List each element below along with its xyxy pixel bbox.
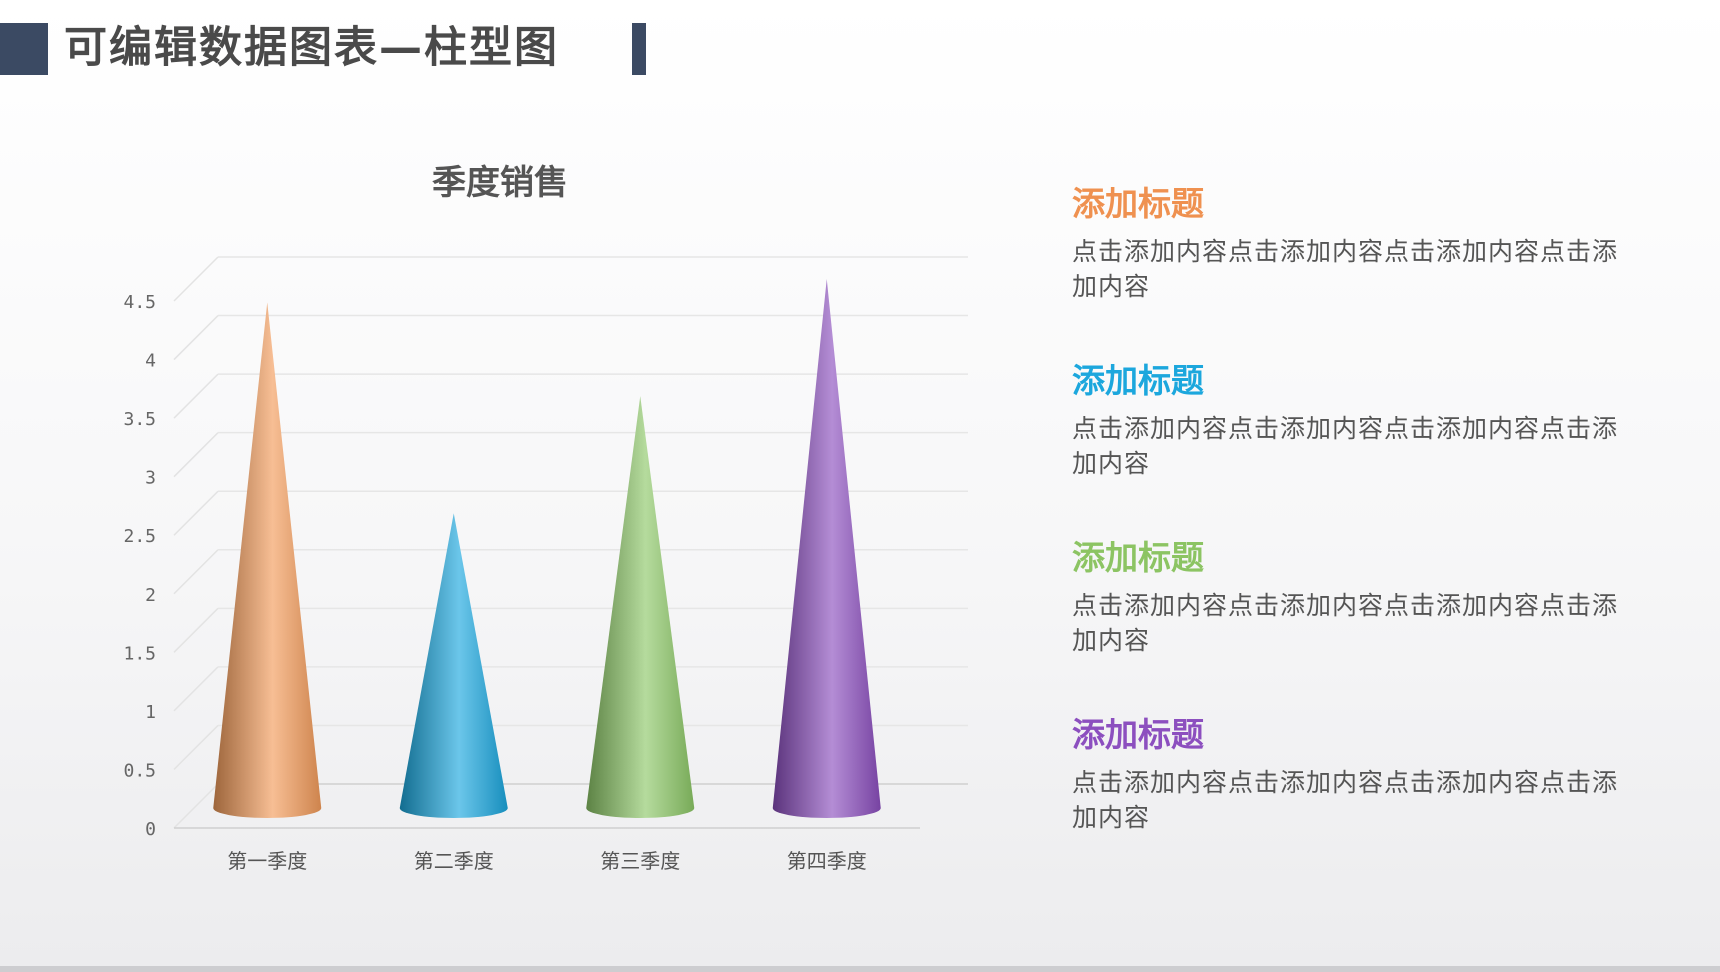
x-tick-label: 第四季度 xyxy=(787,849,867,873)
side-note-heading: 添加标题 xyxy=(1072,715,1204,754)
side-note-body: 点击添加内容点击添加内容点击添加内容点击添加内容 xyxy=(1072,237,1619,301)
y-tick-label: 2.5 xyxy=(123,526,156,547)
side-note-body: 点击添加内容点击添加内容点击添加内容点击添加内容 xyxy=(1072,414,1619,478)
y-tick-label: 3 xyxy=(145,468,156,489)
header-accent-block-left xyxy=(0,23,48,75)
bottom-bar xyxy=(0,966,1720,972)
grid-diagonal xyxy=(173,256,219,302)
grid-diagonal xyxy=(173,666,219,712)
y-tick-label: 3.5 xyxy=(123,409,156,430)
grid-diagonal xyxy=(173,490,219,536)
chart-title: 季度销售 xyxy=(432,163,568,203)
grid-diagonal xyxy=(173,373,219,419)
side-note-body: 点击添加内容点击添加内容点击添加内容点击添加内容 xyxy=(1072,591,1619,655)
cone-body xyxy=(213,302,322,818)
x-tick-label: 第三季度 xyxy=(600,849,680,873)
side-note-heading: 添加标题 xyxy=(1072,361,1204,400)
side-note-3: 添加标题 点击添加内容点击添加内容点击添加内容点击添加内容 xyxy=(1072,536,1632,683)
side-note-body: 点击添加内容点击添加内容点击添加内容点击添加内容 xyxy=(1072,768,1619,832)
grid-diagonal xyxy=(173,607,219,653)
cone-bar xyxy=(213,302,322,818)
x-tick-label: 第二季度 xyxy=(414,849,494,873)
slide-header: 可编辑数据图表—柱型图 xyxy=(0,0,700,110)
y-tick-label: 4 xyxy=(145,351,156,372)
y-tick-label: 1.5 xyxy=(123,643,156,664)
grid-diagonal xyxy=(173,432,219,478)
cone-bar xyxy=(772,279,881,818)
header-accent-block-right xyxy=(632,23,646,75)
cone-body xyxy=(772,279,881,818)
side-note-1: 添加标题 点击添加内容点击添加内容点击添加内容点击添加内容 xyxy=(1072,182,1632,329)
y-tick-label: 4.5 xyxy=(123,292,156,313)
cone-bar-chart: 季度销售 0 0.5 1 1.5 2 2.5 3 3.5 4 4.5 第一季度 第二季度 第三季度 第四季度 xyxy=(100,160,1000,890)
y-tick-label: 1 xyxy=(145,702,156,723)
side-note-2: 添加标题 点击添加内容点击添加内容点击添加内容点击添加内容 xyxy=(1072,359,1632,506)
y-tick-label: 2 xyxy=(145,585,156,606)
cone-body xyxy=(399,513,508,818)
grid-diagonal xyxy=(173,783,219,829)
slide-title: 可编辑数据图表—柱型图 xyxy=(64,23,559,73)
grid-diagonal xyxy=(173,549,219,595)
grid-diagonal xyxy=(173,315,219,361)
cone-body xyxy=(586,396,695,818)
y-tick-label: 0 xyxy=(145,819,156,840)
grid-diagonal xyxy=(173,724,219,770)
cone-bar xyxy=(399,513,508,818)
y-tick-label: 0.5 xyxy=(123,760,156,781)
chart-svg: 季度销售 0 0.5 1 1.5 2 2.5 3 3.5 4 4.5 第一季度 第二季度 第三季度 第四季度 xyxy=(123,163,968,873)
side-notes: 添加标题 点击添加内容点击添加内容点击添加内容点击添加内容 添加标题 点击添加内… xyxy=(1072,182,1632,890)
side-note-heading: 添加标题 xyxy=(1072,538,1204,577)
cone-bar xyxy=(586,396,695,818)
x-tick-label: 第一季度 xyxy=(227,849,307,873)
side-note-heading: 添加标题 xyxy=(1072,184,1204,223)
side-note-4: 添加标题 点击添加内容点击添加内容点击添加内容点击添加内容 xyxy=(1072,713,1632,860)
